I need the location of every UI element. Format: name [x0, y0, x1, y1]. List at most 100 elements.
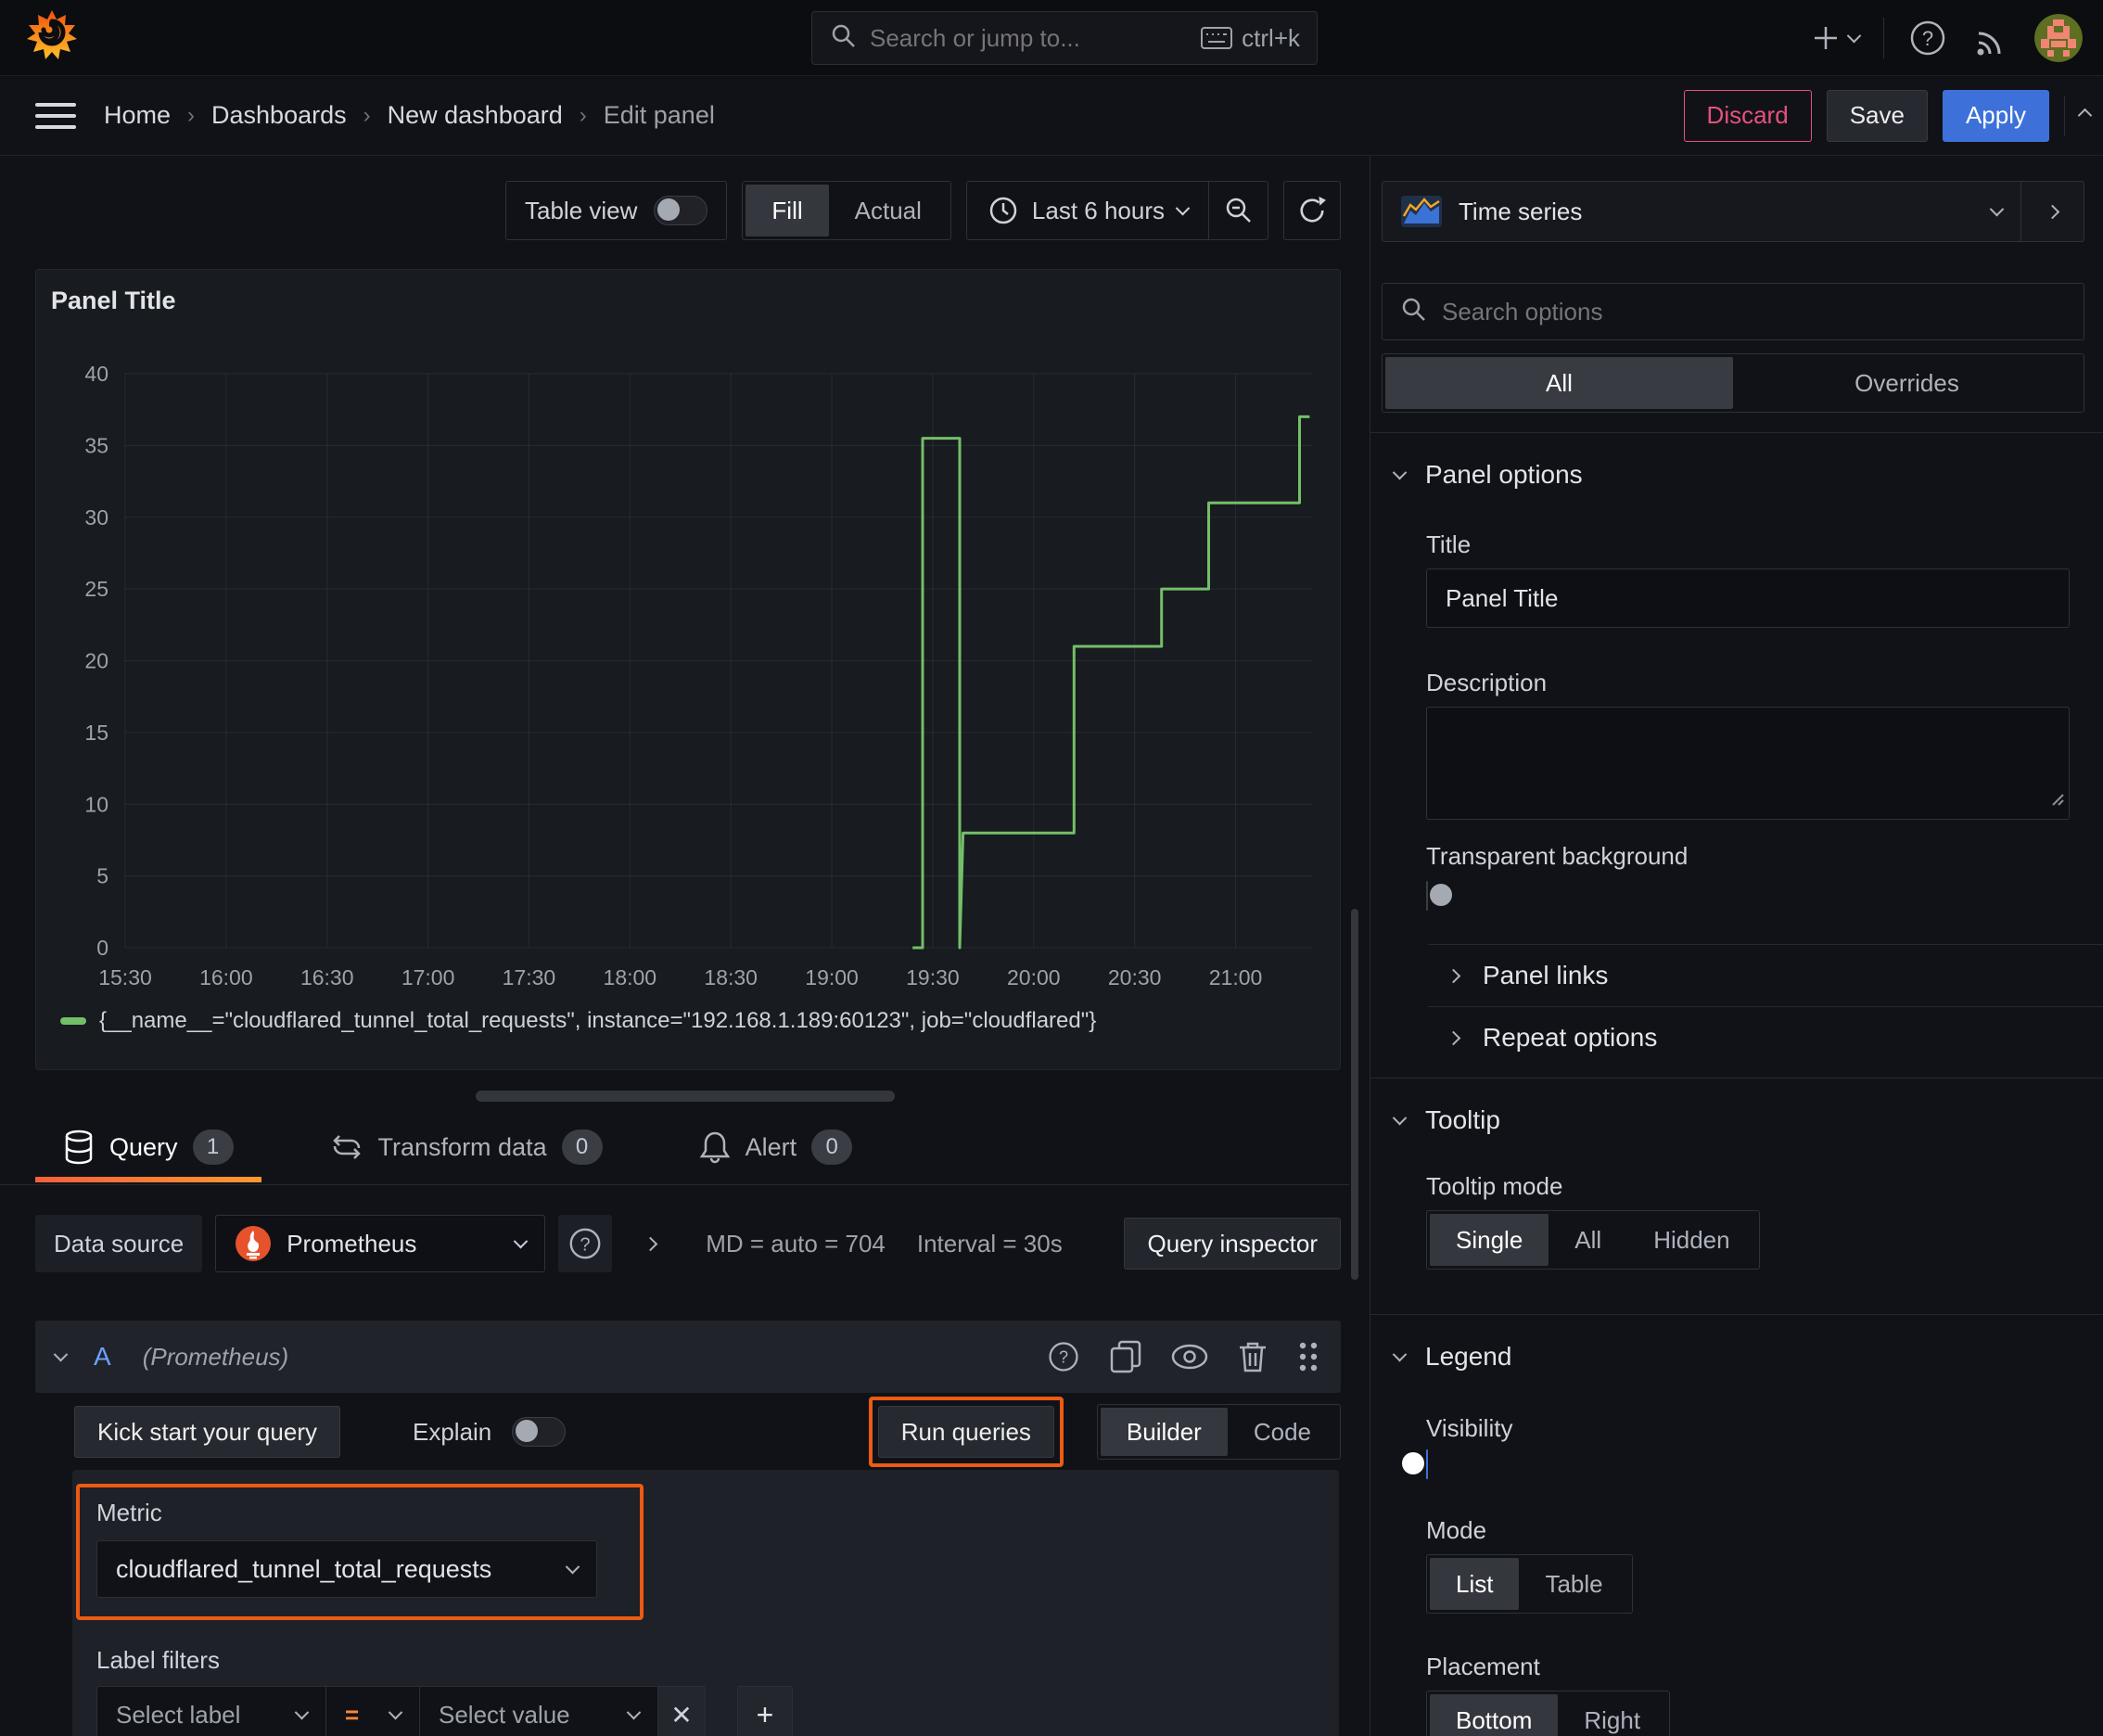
news-button[interactable] — [1971, 19, 2010, 57]
operator-value: = — [345, 1700, 360, 1729]
tab-transform-data[interactable]: Transform data 0 — [302, 1117, 631, 1177]
repeat-options-section-header[interactable]: Repeat options — [1370, 1007, 2103, 1068]
legend-placement-bottom-option[interactable]: Bottom — [1430, 1694, 1559, 1736]
tab-overrides[interactable]: Overrides — [1733, 357, 2081, 409]
grafana-logo-icon[interactable] — [26, 8, 78, 67]
chevron-up-icon — [2077, 108, 2093, 123]
actual-option[interactable]: Actual — [829, 185, 948, 236]
discard-button[interactable]: Discard — [1683, 89, 1812, 142]
clock-icon — [989, 197, 1017, 224]
kick-start-query-button[interactable]: Kick start your query — [74, 1406, 340, 1458]
table-view-control: Table view — [505, 181, 728, 240]
new-menu-button[interactable] — [1810, 22, 1862, 54]
tooltip-hidden-option[interactable]: Hidden — [1627, 1214, 1755, 1266]
chart-legend[interactable]: {__name__="cloudflared_tunnel_total_requ… — [60, 1008, 1096, 1034]
query-stats: MD = auto = 704 Interval = 30s — [706, 1230, 1063, 1258]
time-range-label: Last 6 hours — [1031, 196, 1165, 224]
svg-text:35: 35 — [84, 433, 108, 457]
datasource-label: Data source — [35, 1215, 203, 1272]
panel-title-input[interactable] — [1426, 568, 2070, 628]
editor-tabs: Query 1 Transform data 0 Alert 0 — [35, 1117, 881, 1182]
explain-toggle[interactable] — [512, 1417, 567, 1447]
legend-visibility-toggle[interactable] — [1426, 1449, 1428, 1479]
drag-handle-icon[interactable] — [1296, 1339, 1320, 1374]
viz-suggestions-button[interactable] — [2020, 182, 2084, 241]
breadcrumb: Home › Dashboards › New dashboard › Edit… — [104, 101, 715, 130]
pane-resize-handle[interactable] — [475, 1091, 895, 1102]
operator-dropdown[interactable]: = — [325, 1686, 420, 1736]
max-data-points-stat: MD = auto = 704 — [706, 1229, 886, 1257]
breadcrumb-bar: Home › Dashboards › New dashboard › Edit… — [0, 76, 2103, 156]
search-icon — [1399, 295, 1427, 329]
select-label-placeholder: Select label — [116, 1700, 241, 1729]
chevron-right-icon — [1446, 968, 1461, 983]
legend-mode-list-option[interactable]: List — [1430, 1558, 1520, 1610]
global-search-input[interactable] — [870, 23, 1202, 53]
chevron-down-icon — [1989, 201, 2005, 216]
transparent-background-toggle[interactable] — [1426, 881, 1428, 911]
breadcrumb-home[interactable]: Home — [104, 101, 171, 130]
query-inspector-button[interactable]: Query inspector — [1124, 1218, 1341, 1270]
query-row-header[interactable]: A (Prometheus) ? — [35, 1321, 1341, 1393]
fill-option[interactable]: Fill — [746, 185, 829, 236]
legend-placement-right-option[interactable]: Right — [1558, 1694, 1666, 1736]
panel-links-section-header[interactable]: Panel links — [1370, 945, 2103, 1006]
vertical-scrollbar[interactable] — [1351, 909, 1358, 1280]
datasource-help-button[interactable]: ? — [558, 1215, 613, 1272]
add-filter-button[interactable]: + — [737, 1686, 793, 1736]
visualization-picker[interactable]: Time series — [1383, 182, 2020, 241]
breadcrumb-dashboards[interactable]: Dashboards — [211, 101, 347, 130]
tooltip-single-option[interactable]: Single — [1430, 1214, 1549, 1266]
plus-icon — [1815, 27, 1837, 49]
collapse-editor-button[interactable] — [2077, 108, 2093, 123]
options-search-input[interactable] — [1442, 297, 2067, 326]
collapse-query-icon[interactable] — [53, 1347, 69, 1361]
save-button[interactable]: Save — [1826, 89, 1928, 142]
help-button[interactable]: ? — [1908, 19, 1947, 57]
legend-section-header[interactable]: Legend — [1370, 1336, 2103, 1377]
keyboard-shortcut: ctrl+k — [1201, 24, 1300, 53]
run-queries-button[interactable]: Run queries — [877, 1406, 1054, 1458]
duplicate-query-icon[interactable] — [1109, 1339, 1142, 1374]
tooltip-mode-label: Tooltip mode — [1426, 1172, 1563, 1200]
builder-option[interactable]: Builder — [1100, 1408, 1228, 1456]
panel-description-input[interactable] — [1426, 707, 2070, 820]
datasource-picker[interactable]: Prometheus — [215, 1215, 546, 1272]
time-range-picker[interactable]: Last 6 hours — [967, 182, 1208, 239]
chevron-right-icon — [2045, 204, 2060, 219]
tab-query[interactable]: Query 1 — [35, 1117, 261, 1182]
user-avatar[interactable] — [2034, 14, 2083, 62]
tab-all-options[interactable]: All — [1385, 357, 1733, 409]
tooltip-section-header[interactable]: Tooltip — [1370, 1100, 2103, 1141]
select-value-dropdown[interactable]: Select value — [419, 1686, 658, 1736]
global-search[interactable]: ctrl+k — [811, 11, 1318, 65]
options-search[interactable] — [1382, 283, 2084, 340]
legend-title: Legend — [1425, 1342, 1512, 1371]
breadcrumb-new-dashboard[interactable]: New dashboard — [388, 101, 563, 130]
time-series-chart[interactable]: 15:30 16:00 16:30 17:00 17:30 18:00 18:30 19:00… — [36, 361, 1340, 991]
menu-toggle-button[interactable] — [35, 102, 76, 129]
chevron-right-icon[interactable] — [643, 1236, 658, 1251]
code-option[interactable]: Code — [1228, 1408, 1337, 1456]
remove-filter-button[interactable]: ✕ — [657, 1686, 706, 1736]
resize-handle-icon[interactable] — [2049, 784, 2064, 812]
hide-response-icon[interactable] — [1170, 1341, 1209, 1372]
zoom-out-button[interactable] — [1208, 182, 1268, 239]
tab-alert[interactable]: Alert 0 — [671, 1117, 881, 1177]
svg-text:5: 5 — [96, 864, 108, 888]
legend-mode-table-option[interactable]: Table — [1519, 1558, 1628, 1610]
tooltip-all-option[interactable]: All — [1549, 1214, 1627, 1266]
panel-options-section-header[interactable]: Panel options — [1370, 454, 2103, 495]
metric-select[interactable]: cloudflared_tunnel_total_requests — [96, 1540, 597, 1598]
select-value-placeholder: Select value — [439, 1700, 570, 1729]
divider — [1370, 432, 2103, 433]
top-nav: ctrl+k ? — [0, 0, 2103, 76]
query-help-icon[interactable]: ? — [1046, 1339, 1081, 1374]
refresh-button[interactable] — [1283, 181, 1341, 240]
table-view-toggle[interactable] — [654, 196, 708, 225]
delete-query-icon[interactable] — [1237, 1339, 1268, 1374]
apply-button[interactable]: Apply — [1942, 89, 2049, 142]
select-label-dropdown[interactable]: Select label — [96, 1686, 326, 1736]
panel-options-sidebar: Time series All Overrides Panel options … — [1370, 156, 2103, 1736]
visualization-picker-row: Time series — [1382, 181, 2084, 242]
